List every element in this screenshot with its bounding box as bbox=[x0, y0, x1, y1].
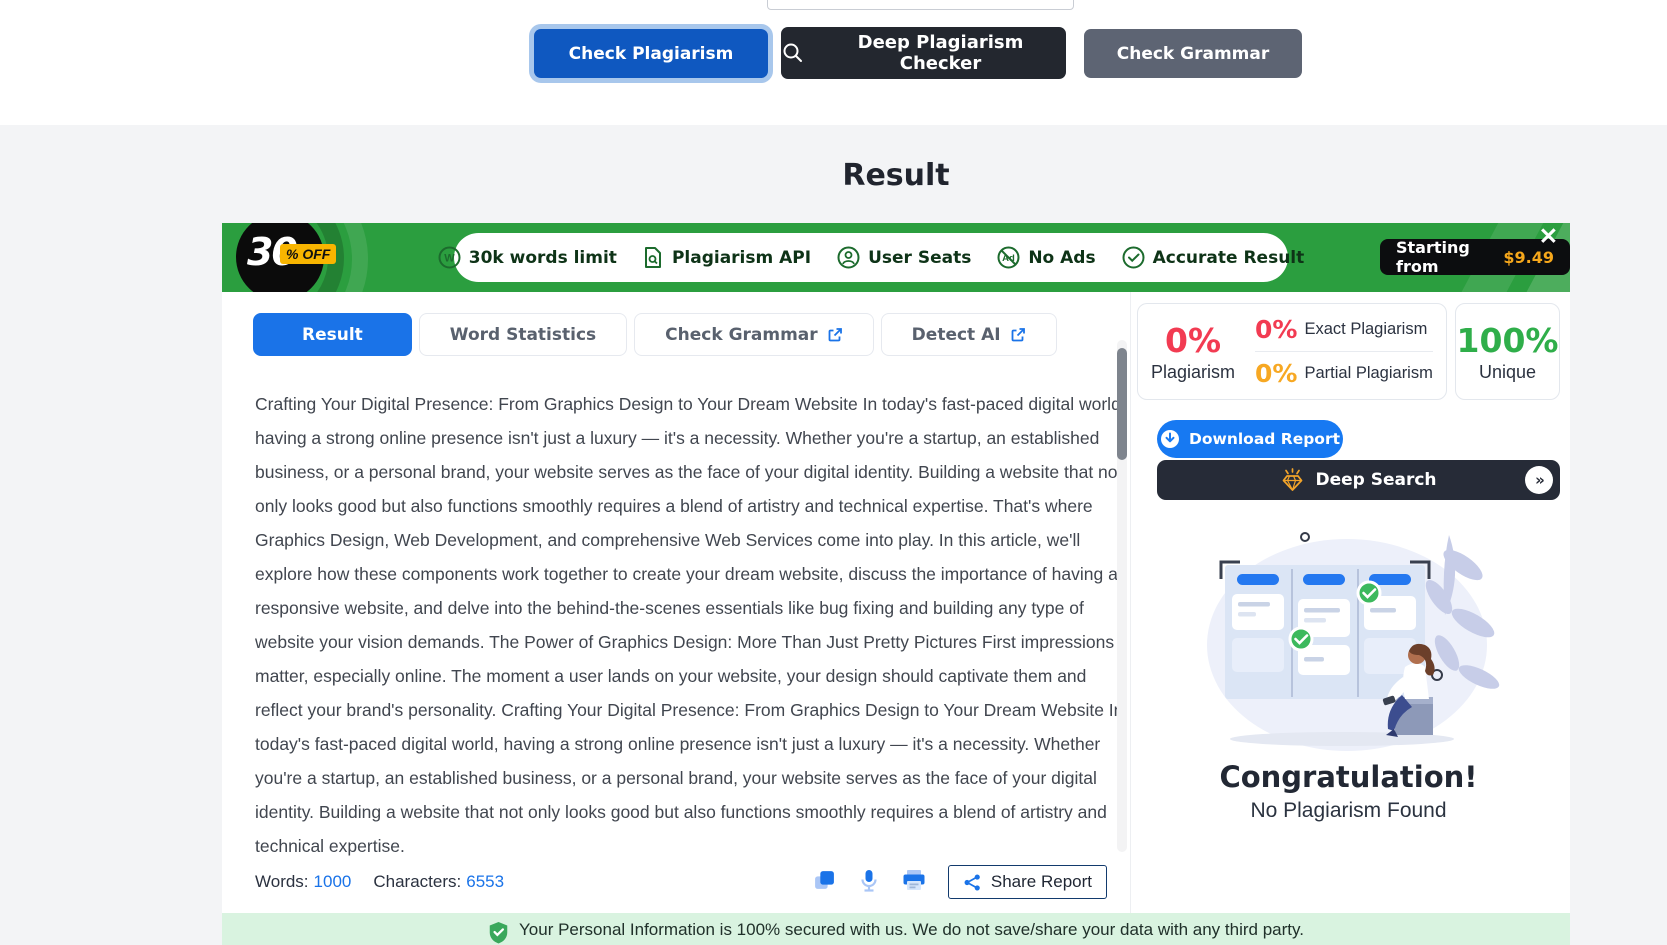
words-count: Words: 1000 bbox=[255, 872, 351, 892]
no-plagiarism-text: No Plagiarism Found bbox=[1137, 799, 1560, 823]
share-report-button[interactable]: Share Report bbox=[948, 865, 1107, 899]
plagiarism-stats: 0% Plagiarism 0% Exact Plagiarism 0% Par… bbox=[1137, 303, 1560, 400]
no-plagiarism-illustration bbox=[1197, 517, 1517, 757]
feature-label: No Ads bbox=[1028, 248, 1095, 268]
chevron-double-right-icon[interactable]: » bbox=[1525, 466, 1553, 494]
plagiarism-breakdown: 0% Exact Plagiarism 0% Partial Plagiaris… bbox=[1255, 315, 1433, 388]
deep-search-button[interactable]: Deep Search » bbox=[1157, 460, 1560, 500]
privacy-notice-text: Your Personal Information is 100% secure… bbox=[519, 920, 1304, 940]
characters-value: 6553 bbox=[466, 872, 504, 891]
document-search-icon bbox=[643, 246, 664, 269]
deep-plagiarism-checker-button[interactable]: Deep Plagiarism Checker bbox=[781, 27, 1066, 79]
word-character-counts: Words: 1000 Characters: 6553 bbox=[255, 872, 504, 892]
external-link-icon bbox=[1010, 327, 1026, 343]
exact-plagiarism-row: 0% Exact Plagiarism bbox=[1255, 315, 1433, 344]
feature-plagiarism-api: Plagiarism API bbox=[643, 246, 811, 269]
text-scrollbar-track[interactable] bbox=[1117, 340, 1127, 852]
tab-label: Word Statistics bbox=[450, 325, 596, 345]
promo-banner: 30 % OFF W 30k words limit Plagiarism AP… bbox=[222, 223, 1570, 292]
share-report-label: Share Report bbox=[991, 872, 1092, 892]
unique-label: Unique bbox=[1479, 362, 1536, 383]
privacy-notice-bar: Your Personal Information is 100% secure… bbox=[222, 913, 1570, 945]
document-actions: Share Report bbox=[813, 865, 1107, 899]
tab-detect-ai[interactable]: Detect AI bbox=[881, 313, 1057, 356]
text-scrollbar-thumb[interactable] bbox=[1117, 348, 1127, 460]
congratulation-heading: Congratulation! bbox=[1137, 760, 1560, 794]
banner-feature-pill: W 30k words limit Plagiarism API User Se… bbox=[454, 233, 1288, 282]
tab-word-statistics[interactable]: Word Statistics bbox=[419, 313, 627, 356]
deep-search-label: Deep Search bbox=[1315, 470, 1436, 490]
feature-label: Accurate Result bbox=[1153, 248, 1305, 268]
price-prefix: Starting from bbox=[1396, 238, 1496, 276]
external-link-icon bbox=[827, 327, 843, 343]
check-plagiarism-button[interactable]: Check Plagiarism bbox=[534, 29, 768, 78]
feature-accurate-result: Accurate Result bbox=[1122, 246, 1305, 269]
shield-check-icon bbox=[488, 920, 509, 945]
plagiarism-total: 0% Plagiarism bbox=[1151, 321, 1235, 383]
characters-label: Characters: bbox=[373, 872, 461, 891]
exact-plagiarism-label: Exact Plagiarism bbox=[1304, 320, 1427, 339]
partial-plagiarism-label: Partial Plagiarism bbox=[1304, 364, 1432, 383]
tab-label: Result bbox=[302, 325, 363, 345]
deep-plagiarism-checker-label: Deep Plagiarism Checker bbox=[815, 32, 1066, 74]
tab-label: Check Grammar bbox=[665, 325, 818, 345]
words-label: Words: bbox=[255, 872, 309, 891]
plagiarism-stats-card: 0% Plagiarism 0% Exact Plagiarism 0% Par… bbox=[1137, 303, 1447, 400]
feature-label: User Seats bbox=[868, 248, 971, 268]
check-grammar-button[interactable]: Check Grammar bbox=[1084, 29, 1302, 78]
text-input-bottom-edge[interactable] bbox=[767, 0, 1074, 10]
feature-no-ads: Ad No Ads bbox=[997, 246, 1095, 269]
download-report-button[interactable]: Download Report bbox=[1157, 420, 1343, 458]
print-button[interactable] bbox=[902, 869, 926, 895]
price-value: $9.49 bbox=[1503, 248, 1554, 267]
unique-stats-card: 100% Unique bbox=[1455, 303, 1560, 400]
share-icon bbox=[963, 873, 982, 892]
close-icon[interactable]: ✕ bbox=[1539, 225, 1558, 248]
plagiarism-checker-app: Check Plagiarism Deep Plagiarism Checker… bbox=[0, 0, 1667, 945]
column-divider bbox=[1130, 292, 1131, 945]
discount-badge: 30 % OFF bbox=[236, 223, 324, 292]
feature-label: 30k words limit bbox=[469, 248, 617, 268]
check-plagiarism-label: Check Plagiarism bbox=[569, 44, 734, 64]
feature-user-seats: User Seats bbox=[837, 246, 971, 269]
result-card: Result Word Statistics Check Grammar Det… bbox=[222, 292, 1570, 945]
microphone-icon bbox=[858, 869, 880, 896]
partial-plagiarism-row: 0% Partial Plagiarism bbox=[1255, 359, 1433, 388]
characters-count: Characters: 6553 bbox=[373, 872, 504, 892]
exact-plagiarism-percent: 0% bbox=[1255, 315, 1297, 344]
checked-document-text[interactable]: Crafting Your Digital Presence: From Gra… bbox=[255, 387, 1128, 857]
check-grammar-label: Check Grammar bbox=[1117, 44, 1270, 64]
plagiarism-percent: 0% bbox=[1151, 321, 1235, 360]
plagiarism-label: Plagiarism bbox=[1151, 362, 1235, 383]
feature-label: Plagiarism API bbox=[672, 248, 811, 268]
gem-icon bbox=[1280, 468, 1305, 492]
tab-result[interactable]: Result bbox=[253, 313, 412, 356]
result-tabs: Result Word Statistics Check Grammar Det… bbox=[253, 313, 1057, 356]
user-seats-icon bbox=[837, 246, 860, 269]
copy-icon bbox=[813, 869, 836, 895]
tab-label: Detect AI bbox=[912, 325, 1001, 345]
words-value: 1000 bbox=[314, 872, 352, 891]
dictate-button[interactable] bbox=[858, 869, 880, 896]
unique-percent: 100% bbox=[1457, 321, 1559, 360]
feature-words-limit: W 30k words limit bbox=[438, 246, 617, 269]
discount-suffix: % OFF bbox=[280, 244, 336, 264]
copy-button[interactable] bbox=[813, 869, 836, 895]
check-circle-icon bbox=[1122, 246, 1145, 269]
tab-check-grammar[interactable]: Check Grammar bbox=[634, 313, 874, 356]
svg-text:W: W bbox=[444, 253, 455, 265]
no-ads-icon: Ad bbox=[997, 246, 1020, 269]
breakdown-divider bbox=[1255, 351, 1433, 352]
document-stats-row: Words: 1000 Characters: 6553 bbox=[255, 864, 1107, 900]
download-icon bbox=[1160, 429, 1180, 449]
page-title: Result bbox=[222, 158, 1570, 193]
download-report-label: Download Report bbox=[1189, 430, 1340, 448]
search-icon bbox=[781, 41, 805, 65]
printer-icon bbox=[902, 869, 926, 895]
partial-plagiarism-percent: 0% bbox=[1255, 359, 1297, 388]
w-circle-icon: W bbox=[438, 246, 461, 269]
